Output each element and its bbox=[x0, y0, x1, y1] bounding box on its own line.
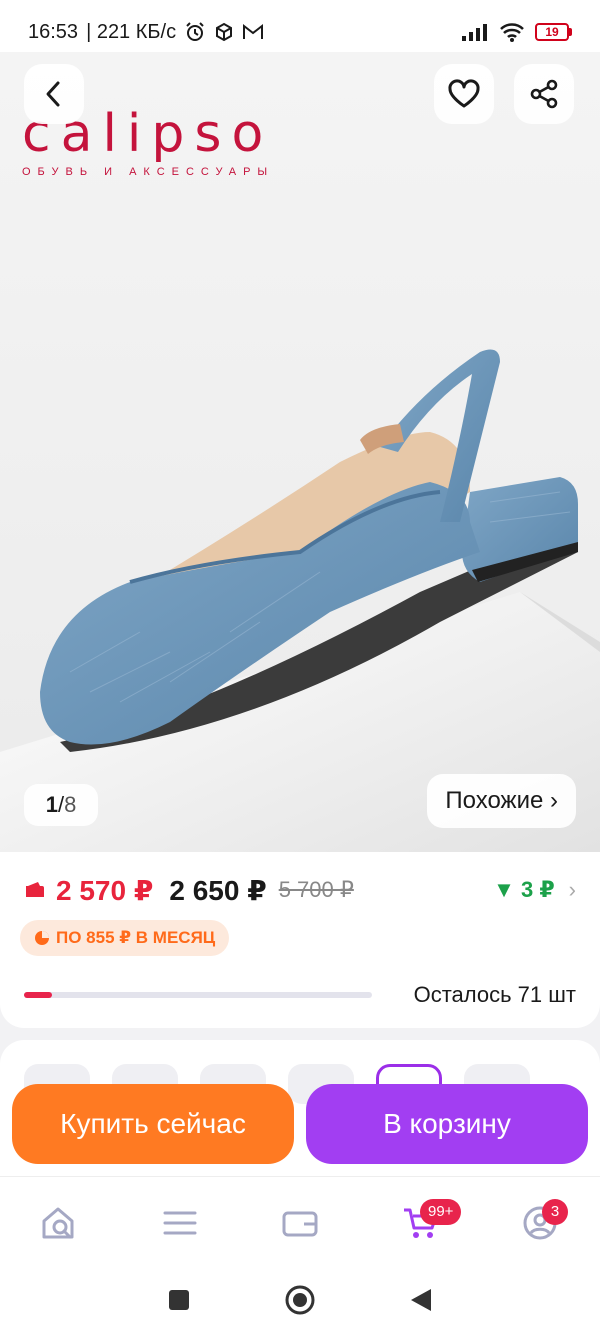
price-drop-link[interactable]: ▼ 3 ₽ › bbox=[493, 877, 576, 903]
stock-progress bbox=[24, 992, 372, 998]
similar-button[interactable]: Похожие › bbox=[427, 774, 576, 828]
brand-tagline: ОБУВЬ И АКСЕССУАРЫ bbox=[22, 166, 275, 178]
installment-text: ПО 855 ₽ В МЕСЯЦ bbox=[56, 928, 216, 947]
back-button[interactable] bbox=[24, 64, 84, 124]
mail-icon bbox=[243, 23, 264, 39]
home-icon[interactable] bbox=[284, 1284, 316, 1316]
nav-home[interactable] bbox=[30, 1193, 90, 1253]
status-speed: | 221 КБ/с bbox=[86, 20, 177, 43]
old-price: 5 700 ₽ bbox=[278, 877, 354, 902]
stock-row: Осталось 71 шт bbox=[24, 980, 576, 1010]
nav-wallet[interactable] bbox=[270, 1193, 330, 1253]
package-icon bbox=[216, 22, 233, 42]
stock-remaining: Осталось 71 шт bbox=[413, 982, 576, 1007]
pager-total: 8 bbox=[64, 792, 77, 817]
wallet-icon bbox=[26, 882, 44, 897]
system-nav bbox=[0, 1268, 600, 1332]
gallery-pager: 1/8 bbox=[24, 784, 98, 826]
installment-badge[interactable]: ПО 855 ₽ В МЕСЯЦ bbox=[20, 920, 230, 956]
action-bar: Купить сейчас В корзину bbox=[0, 1076, 600, 1180]
status-right: 19 bbox=[461, 22, 572, 42]
bottom-nav: 99+ 3 bbox=[0, 1176, 600, 1268]
menu-icon bbox=[163, 1211, 197, 1234]
wifi-icon bbox=[500, 23, 524, 42]
chevron-left-icon bbox=[46, 81, 60, 107]
alarm-icon bbox=[186, 22, 204, 41]
battery-tip bbox=[569, 28, 572, 36]
battery-icon: 19 bbox=[535, 23, 572, 41]
buy-now-button[interactable]: Купить сейчас bbox=[12, 1084, 294, 1164]
price-card: 2 570 ₽ 2 650 ₽ 5 700 ₽ ▼ 3 ₽ › ПО 855 ₽… bbox=[0, 852, 600, 1028]
pie-chart-icon bbox=[35, 931, 49, 945]
nav-catalog[interactable] bbox=[150, 1193, 210, 1253]
cart-badge: 99+ bbox=[420, 1198, 462, 1225]
nav-cart[interactable]: 99+ bbox=[390, 1193, 462, 1253]
share-icon bbox=[530, 79, 558, 109]
profile-badge: 3 bbox=[542, 1198, 568, 1225]
add-to-cart-button[interactable]: В корзину bbox=[306, 1084, 588, 1164]
battery-level: 19 bbox=[535, 23, 569, 41]
nav-profile[interactable]: 3 bbox=[510, 1193, 570, 1253]
wallet-nav-icon bbox=[282, 1211, 318, 1236]
chevron-right-icon: › bbox=[568, 877, 576, 902]
home-search-icon bbox=[42, 1207, 74, 1238]
product-screen: 16:53 | 221 КБ/с 19 calipso ОБУВЬ И АКСЕ… bbox=[0, 0, 600, 1332]
favorite-button[interactable] bbox=[434, 64, 494, 124]
card-price: 2 570 ₽ bbox=[56, 874, 154, 906]
share-button[interactable] bbox=[514, 64, 574, 124]
pager-current: 1 bbox=[45, 792, 58, 817]
status-time: 16:53 bbox=[28, 20, 79, 43]
heart-icon bbox=[448, 79, 480, 108]
price-drop-value: ▼ 3 ₽ bbox=[493, 877, 555, 902]
recent-apps-icon[interactable] bbox=[167, 1288, 191, 1312]
product-gallery[interactable]: calipso ОБУВЬ И АКСЕССУАРЫ 1/8 Похожие › bbox=[0, 52, 600, 852]
status-left: 16:53 | 221 КБ/с bbox=[28, 21, 264, 44]
back-icon[interactable] bbox=[409, 1287, 433, 1313]
current-price: 2 650 ₽ bbox=[169, 874, 267, 906]
price-row: 2 570 ₽ 2 650 ₽ 5 700 ₽ ▼ 3 ₽ › bbox=[24, 872, 576, 908]
stock-progress-fill bbox=[24, 992, 52, 998]
signal-icon bbox=[462, 24, 487, 41]
